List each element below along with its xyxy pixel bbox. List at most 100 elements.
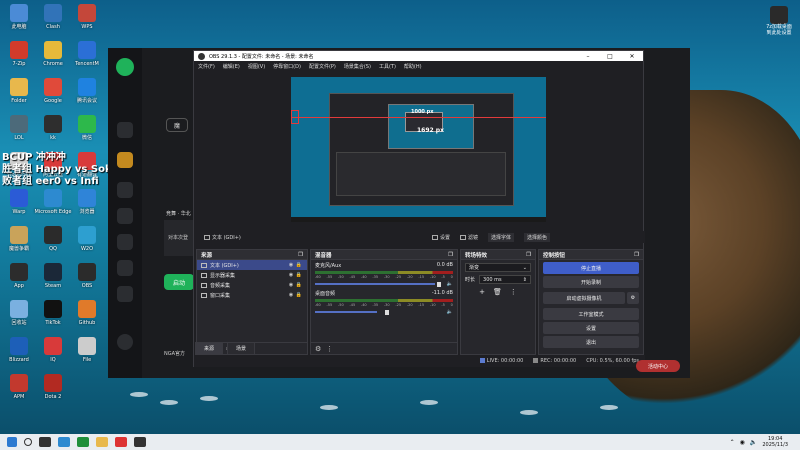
studio-mode-button[interactable]: 工作室模式	[543, 308, 639, 320]
desktop-icon[interactable]: QQ	[38, 226, 68, 252]
desktop-icon[interactable]: WPS	[72, 4, 102, 30]
desktop-icon[interactable]: Dota 2	[38, 374, 68, 400]
desktop-icon[interactable]: 微信	[72, 115, 102, 141]
desktop-icon[interactable]: App	[4, 263, 34, 289]
desktop-icon[interactable]: 此电脑	[4, 4, 34, 30]
avatar[interactable]	[117, 334, 133, 350]
desktop-icon[interactable]: 腾讯会议	[72, 78, 102, 104]
volume-slider[interactable]: 🔈	[315, 281, 453, 287]
tab-sources[interactable]: 来源	[195, 342, 224, 355]
source-item[interactable]: 文本 (GDI+) ◉ 🔒	[197, 260, 307, 270]
source-item[interactable]: 显示器采集 ◉ 🔒	[197, 270, 307, 280]
desktop-icon[interactable]: Microsoft Edge	[35, 189, 71, 215]
menu-item[interactable]: 视图(V)	[248, 63, 265, 70]
menu-item[interactable]: 编辑(E)	[223, 63, 240, 70]
menu-item[interactable]: 文件(F)	[198, 63, 215, 70]
desktop-icon[interactable]: Chrome	[38, 41, 68, 67]
task-view-icon[interactable]	[39, 437, 51, 447]
lock-icon[interactable]: 🔒	[295, 272, 303, 278]
eye-icon[interactable]: ◉	[287, 272, 295, 278]
settings-icon[interactable]: ⚙	[315, 345, 321, 353]
menu-item[interactable]: 配置文件(P)	[309, 63, 336, 70]
shield-icon[interactable]	[117, 286, 133, 302]
start-virtual-camera-button[interactable]: 启动虚拟摄像机	[543, 292, 625, 304]
menu-item[interactable]: 工具(T)	[379, 63, 396, 70]
select-color-button[interactable]: 选择颜色	[523, 232, 550, 242]
desktop-icon[interactable]: 回收站	[4, 300, 34, 326]
network-icon[interactable]: ◉	[740, 439, 745, 446]
desktop-icon[interactable]: Blizzard	[4, 337, 34, 363]
maximize-icon[interactable]: □	[599, 53, 621, 60]
edge-icon[interactable]	[58, 437, 70, 447]
desktop-icon[interactable]: 浏览器	[72, 189, 102, 215]
search-icon[interactable]	[24, 438, 32, 446]
desktop-right-icon[interactable]: 7z加载桌面到此处设置	[764, 6, 794, 36]
volume-slider[interactable]: 🔈	[315, 309, 453, 315]
game-icon[interactable]	[117, 152, 133, 168]
lock-icon[interactable]: 🔒	[295, 262, 303, 268]
desktop-icon[interactable]: TencentM	[72, 41, 102, 67]
clock[interactable]: 19:04 2025/11/3	[762, 436, 788, 448]
obs-taskbar-icon[interactable]	[134, 437, 146, 447]
speaker-icon[interactable]: 🔈	[750, 439, 757, 446]
menu-item[interactable]: 停靠窗口(D)	[273, 63, 301, 70]
desktop-icon[interactable]: 魔兽争霸	[4, 226, 34, 252]
activity-center-badge[interactable]: 活动中心	[636, 360, 680, 372]
desktop-icon[interactable]: Clash	[38, 4, 68, 30]
tab-scenes[interactable]: 场景	[227, 342, 256, 355]
add-icon[interactable]: +	[479, 288, 485, 296]
desktop-icon[interactable]: TikTok	[38, 300, 68, 326]
launcher-start-button[interactable]: 启动	[164, 274, 194, 290]
menu-item[interactable]: 场景集合(S)	[344, 63, 371, 70]
lock-icon[interactable]: 🔒	[295, 292, 303, 298]
dock-float-icon[interactable]: ❐	[298, 252, 303, 258]
list-icon[interactable]	[117, 234, 133, 250]
chevron-up-icon[interactable]: ⌃	[730, 439, 735, 446]
obs-preview-canvas[interactable]: 1692 px 1000 px	[291, 77, 546, 222]
more-icon[interactable]: ⋮	[326, 345, 333, 353]
source-item[interactable]: 音频采集 ◉ 🔒	[197, 280, 307, 290]
more-icon[interactable]: ⋮	[510, 288, 517, 296]
eye-icon[interactable]: ◉	[287, 292, 295, 298]
close-icon[interactable]: ✕	[621, 53, 643, 60]
desktop-icon[interactable]: Warp	[4, 189, 34, 215]
lock-icon[interactable]: 🔒	[295, 282, 303, 288]
filters-button[interactable]: 滤镜	[459, 234, 478, 241]
menu-item[interactable]: 帮助(H)	[404, 63, 422, 70]
desktop-icon[interactable]: Google	[38, 78, 68, 104]
trash-icon[interactable]: 🗑	[493, 288, 502, 296]
gear-icon[interactable]	[117, 208, 133, 224]
dock-float-icon[interactable]: ❐	[634, 252, 639, 258]
desktop-icon[interactable]: OBS	[72, 263, 102, 289]
video-icon[interactable]	[117, 260, 133, 276]
folder-icon[interactable]	[96, 437, 108, 447]
virtual-camera-settings-icon[interactable]: ⚙	[627, 292, 639, 304]
launcher-play-button[interactable]: 魔	[166, 118, 188, 132]
desktop-icon[interactable]: Github	[72, 300, 102, 326]
dock-float-icon[interactable]: ❐	[526, 252, 531, 258]
eye-icon[interactable]: ◉	[287, 282, 295, 288]
desktop-icon[interactable]: IQ	[38, 337, 68, 363]
store-icon[interactable]	[117, 182, 133, 198]
stop-streaming-button[interactable]: 停止直播	[543, 262, 639, 274]
desktop-icon[interactable]: LOL	[4, 115, 34, 141]
desktop-icon[interactable]: Folder	[4, 78, 34, 104]
transition-select[interactable]: 渐变 ⌄	[465, 263, 531, 272]
speaker-icon[interactable]: 🔈	[447, 281, 453, 287]
app-icon[interactable]	[77, 437, 89, 447]
desktop-icon[interactable]: 7-Zip	[4, 41, 34, 67]
desktop-icon[interactable]: APM	[4, 374, 34, 400]
settings-button[interactable]: 设置	[543, 322, 639, 334]
select-font-button[interactable]: 选择字体	[487, 232, 514, 242]
launcher-logo-icon[interactable]	[116, 58, 134, 76]
start-recording-button[interactable]: 开始录制	[543, 276, 639, 288]
desktop-icon[interactable]: kk	[38, 115, 68, 141]
desktop-icon[interactable]: W2O	[72, 226, 102, 252]
minimize-icon[interactable]: –	[577, 53, 599, 60]
speaker-icon[interactable]: 🔈	[447, 309, 453, 315]
source-item[interactable]: 窗口采集 ◉ 🔒	[197, 290, 307, 300]
dock-float-icon[interactable]: ❐	[448, 252, 453, 258]
desktop-icon[interactable]: File	[72, 337, 102, 363]
eye-icon[interactable]: ◉	[287, 262, 295, 268]
start-icon[interactable]	[7, 437, 17, 447]
